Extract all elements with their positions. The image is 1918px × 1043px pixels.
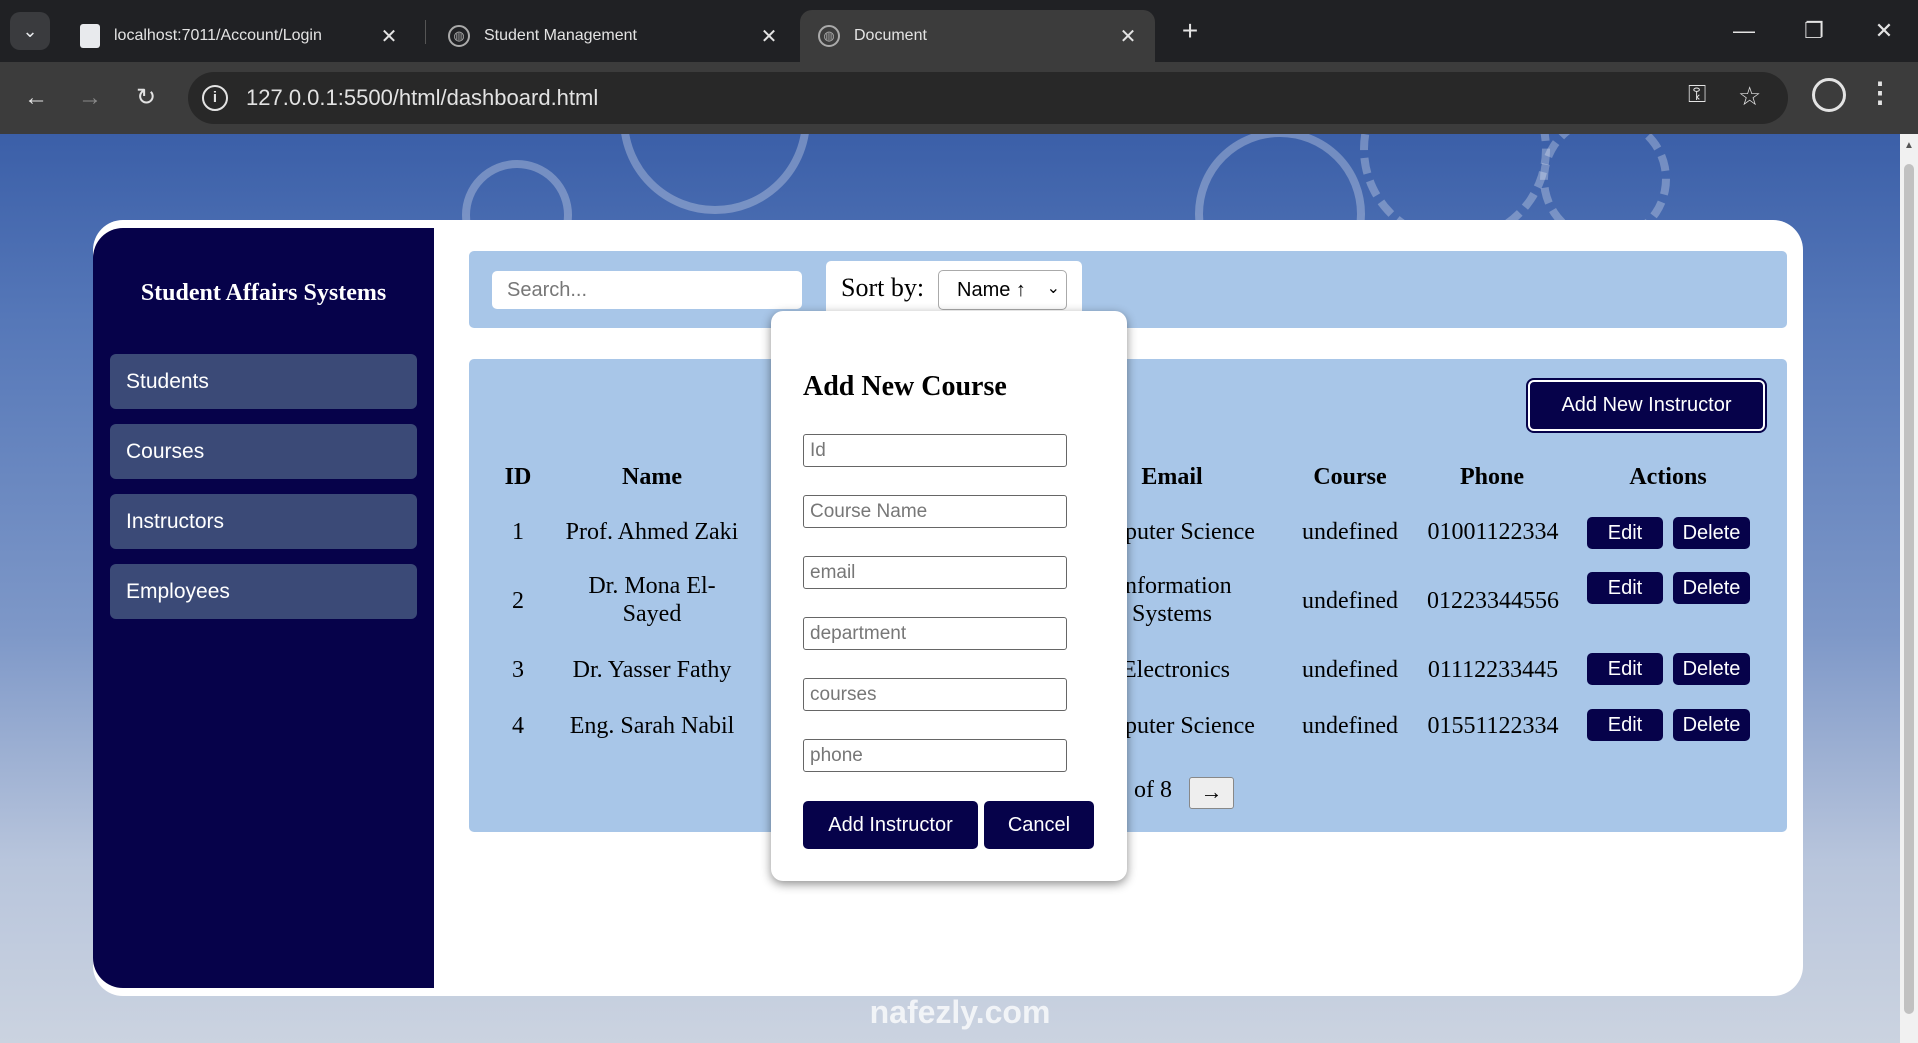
- browser-toolbar: ← → ↻ i 127.0.0.1:5500/html/dashboard.ht…: [0, 62, 1918, 134]
- cell-phone: 01112233445: [1427, 657, 1559, 683]
- cell-course: undefined: [1302, 519, 1398, 545]
- edit-button[interactable]: Edit: [1587, 653, 1663, 685]
- delete-button[interactable]: Delete: [1673, 517, 1750, 549]
- column-header-course: Course: [1313, 464, 1387, 490]
- cell-course: undefined: [1302, 588, 1398, 614]
- add-course-modal: Add New Course Add Instructor Cancel: [771, 311, 1127, 881]
- reload-button[interactable]: ↻: [124, 76, 168, 120]
- edit-button[interactable]: Edit: [1587, 572, 1663, 604]
- chevron-down-icon: ⌄: [1046, 280, 1060, 297]
- info-icon[interactable]: i: [202, 85, 228, 111]
- globe-icon: ◍: [448, 25, 470, 47]
- course-name-field[interactable]: [803, 495, 1067, 528]
- star-icon[interactable]: ☆: [1738, 81, 1761, 112]
- address-bar[interactable]: i 127.0.0.1:5500/html/dashboard.html ⚿ ☆: [188, 72, 1788, 124]
- cell-id: 1: [512, 519, 524, 545]
- close-window-button[interactable]: ✕: [1854, 10, 1914, 52]
- filter-bar: Sort by: Name ↑ ⌄: [469, 251, 1787, 328]
- tab-title: Student Management: [484, 27, 637, 44]
- add-instructor-submit-button[interactable]: Add Instructor: [803, 801, 978, 849]
- department-field[interactable]: [803, 617, 1067, 650]
- edit-button[interactable]: Edit: [1587, 517, 1663, 549]
- modal-title: Add New Course: [803, 371, 1007, 402]
- search-input[interactable]: [492, 271, 802, 309]
- phone-field[interactable]: [803, 739, 1067, 772]
- watermark-logo: نفذلي nafezly.com: [850, 924, 1070, 1031]
- tab-title: Document: [854, 27, 927, 44]
- column-header-email: Email: [1141, 464, 1203, 490]
- tab-separator: [425, 20, 426, 44]
- globe-icon: ◍: [818, 25, 840, 47]
- close-icon[interactable]: ✕: [374, 24, 404, 49]
- id-field[interactable]: [803, 434, 1067, 467]
- cell-name: Eng. Sarah Nabil: [569, 713, 735, 739]
- column-header-name: Name: [622, 464, 682, 490]
- browser-chrome: ⌄ localhost:7011/Account/Login ✕ ◍ Stude…: [0, 0, 1918, 134]
- close-icon[interactable]: ✕: [1113, 24, 1143, 49]
- tab-student-management[interactable]: ◍ Student Management ✕: [430, 10, 796, 62]
- add-new-instructor-button[interactable]: Add New Instructor: [1528, 380, 1765, 431]
- cell-name: Dr. Yasser Fathy: [572, 657, 732, 683]
- sort-label: Sort by:: [841, 273, 925, 302]
- sidebar-item-instructors[interactable]: Instructors: [110, 494, 417, 549]
- sort-selected-value: Name ↑: [957, 279, 1026, 301]
- cell-id: 4: [512, 713, 524, 739]
- scrollbar-thumb[interactable]: [1904, 164, 1914, 1014]
- tab-search-button[interactable]: ⌄: [10, 12, 50, 50]
- minimize-button[interactable]: —: [1714, 10, 1774, 52]
- sort-select[interactable]: Name ↑ ⌄: [938, 270, 1067, 310]
- delete-button[interactable]: Delete: [1673, 709, 1750, 741]
- tab-title: localhost:7011/Account/Login: [114, 27, 322, 44]
- tab-login[interactable]: localhost:7011/Account/Login ✕: [62, 10, 416, 62]
- menu-icon[interactable]: ⋮: [1866, 76, 1894, 109]
- profile-icon[interactable]: [1812, 78, 1846, 112]
- cell-name-line1: Dr. Mona El-: [588, 573, 716, 599]
- email-field[interactable]: [803, 556, 1067, 589]
- pagination-text: of 8: [1134, 777, 1172, 803]
- sidebar: Student Affairs Systems Students Courses…: [93, 228, 434, 988]
- edit-button[interactable]: Edit: [1587, 709, 1663, 741]
- delete-button[interactable]: Delete: [1673, 653, 1750, 685]
- scroll-up-icon[interactable]: ▲: [1904, 140, 1914, 151]
- cell-name: Prof. Ahmed Zaki: [565, 519, 739, 545]
- cell-name-line2: Sayed: [622, 601, 682, 627]
- sidebar-item-courses[interactable]: Courses: [110, 424, 417, 479]
- delete-button[interactable]: Delete: [1673, 572, 1750, 604]
- cell-phone: 01001122334: [1427, 519, 1559, 545]
- page-scrollbar[interactable]: ▲: [1900, 134, 1918, 1043]
- watermark-arabic: نفذلي: [884, 924, 1036, 993]
- cell-course: undefined: [1302, 657, 1398, 683]
- new-tab-button[interactable]: +: [1170, 14, 1210, 50]
- page-icon: [80, 24, 100, 48]
- key-icon[interactable]: ⚿: [1688, 81, 1706, 109]
- tab-document[interactable]: ◍ Document ✕: [800, 10, 1155, 62]
- cell-id: 2: [512, 588, 524, 614]
- cell-course: undefined: [1302, 713, 1398, 739]
- close-icon[interactable]: ✕: [754, 24, 784, 49]
- cell-phone: 01223344556: [1427, 588, 1559, 614]
- app-title: Student Affairs Systems: [140, 280, 387, 306]
- column-header-id: ID: [504, 464, 532, 490]
- courses-field[interactable]: [803, 678, 1067, 711]
- next-page-button[interactable]: →: [1189, 777, 1234, 809]
- sidebar-item-students[interactable]: Students: [110, 354, 417, 409]
- chevron-down-icon: ⌄: [22, 20, 38, 41]
- cell-id: 3: [512, 657, 524, 683]
- tab-strip: ⌄ localhost:7011/Account/Login ✕ ◍ Stude…: [0, 0, 1918, 62]
- back-button[interactable]: ←: [14, 76, 58, 120]
- forward-button[interactable]: →: [68, 76, 112, 120]
- restore-button[interactable]: ❐: [1784, 10, 1844, 52]
- cancel-button[interactable]: Cancel: [984, 801, 1094, 849]
- sidebar-item-employees[interactable]: Employees: [110, 564, 417, 619]
- column-header-phone: Phone: [1459, 464, 1524, 490]
- cell-phone: 01551122334: [1427, 713, 1559, 739]
- url-text[interactable]: 127.0.0.1:5500/html/dashboard.html: [246, 85, 598, 111]
- column-header-actions: Actions: [1629, 464, 1707, 490]
- watermark-latin: nafezly.com: [869, 994, 1051, 1030]
